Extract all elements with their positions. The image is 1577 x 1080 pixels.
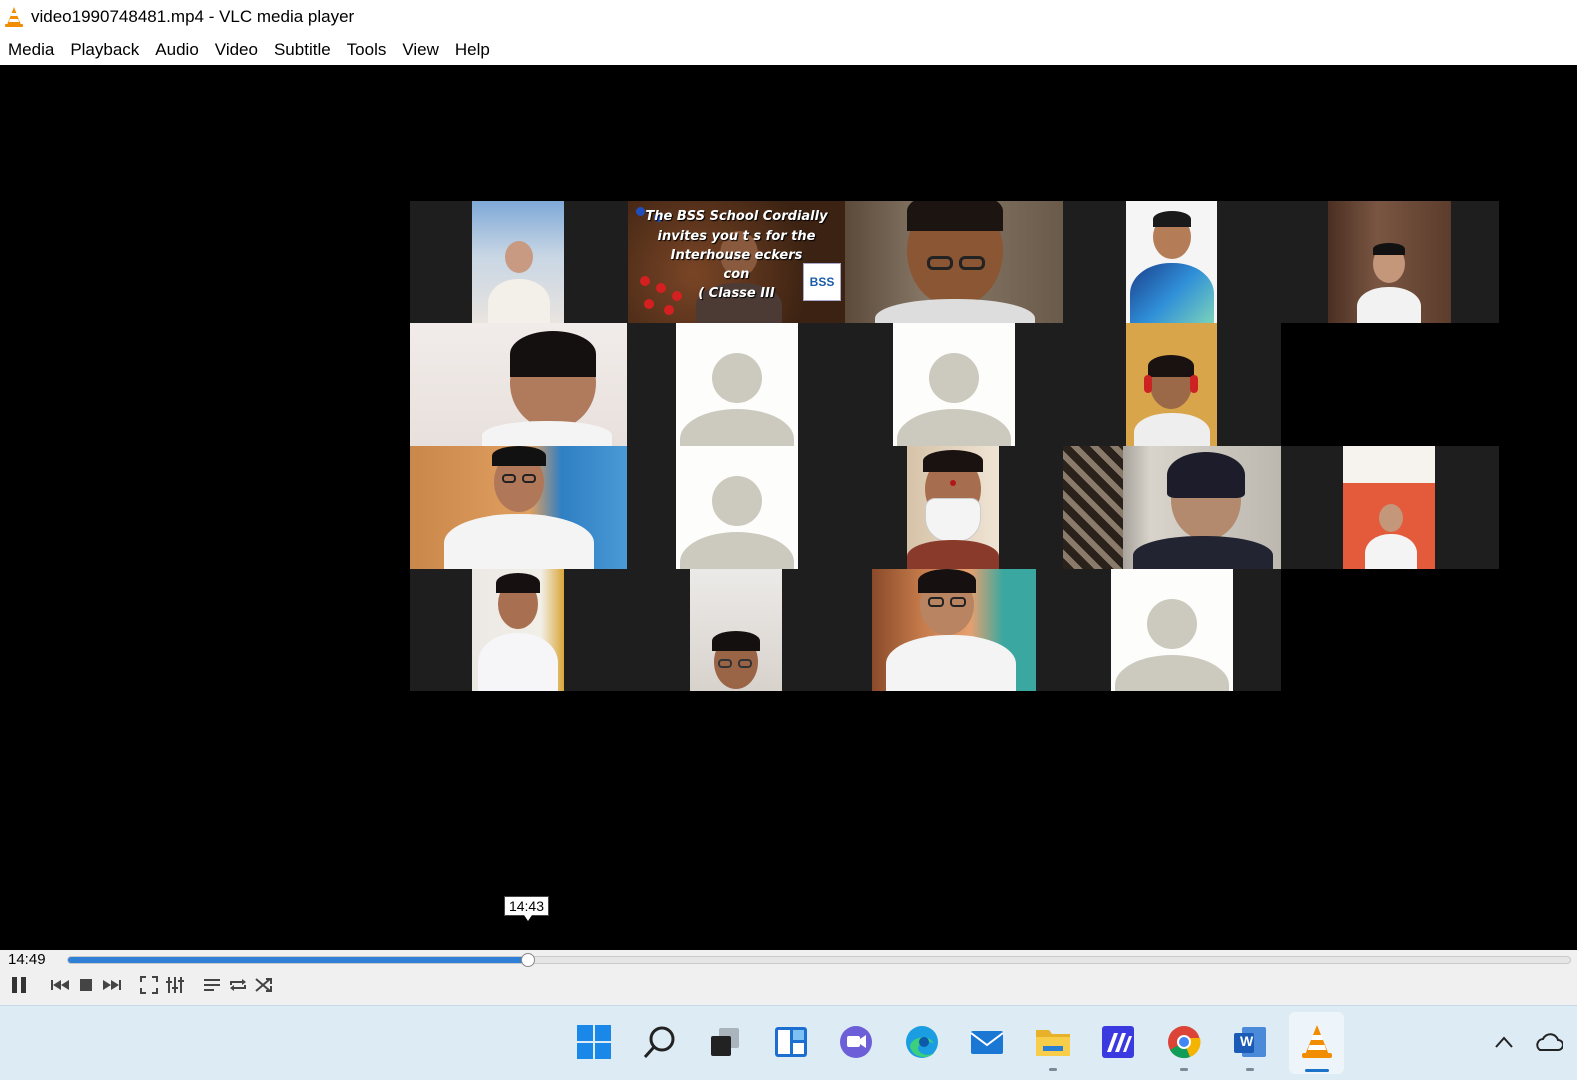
participant-video [1126, 323, 1217, 446]
avatar-placeholder-icon [1147, 599, 1197, 649]
seek-bar-handle[interactable] [520, 953, 535, 967]
pause-button[interactable] [7, 974, 31, 996]
seek-bar-progress [68, 957, 528, 963]
onedrive-button[interactable] [1530, 1022, 1566, 1062]
extended-settings-icon [166, 977, 184, 993]
loop-button[interactable] [226, 974, 250, 996]
window-title: video1990748481.mp4 - VLC media player [31, 7, 355, 26]
playback-controls: 14:49 [0, 950, 1577, 1005]
vlc-taskbar-button[interactable] [1297, 1022, 1337, 1072]
file-explorer-icon [1036, 1030, 1070, 1056]
edge-button[interactable] [902, 1022, 942, 1062]
menu-playback[interactable]: Playback [62, 36, 147, 64]
file-explorer-button[interactable] [1033, 1022, 1073, 1071]
avatar-placeholder-icon [712, 353, 762, 403]
chat-button[interactable] [836, 1022, 876, 1062]
participant-video [872, 569, 1036, 691]
shuffle-icon [255, 978, 272, 992]
edge-icon [906, 1026, 938, 1058]
fullscreen-button[interactable] [137, 974, 161, 996]
show-hidden-icons-button[interactable] [1492, 1022, 1516, 1062]
task-view-button[interactable] [705, 1022, 745, 1062]
vlc-icon [1302, 1025, 1332, 1058]
pause-icon [12, 977, 26, 993]
participant-video [907, 446, 999, 569]
participant-video [472, 569, 564, 691]
seek-time-tooltip: 14:43 [504, 896, 549, 921]
menu-media[interactable]: Media [0, 36, 62, 64]
next-icon [103, 980, 121, 990]
chrome-icon [1168, 1026, 1201, 1059]
cloud-icon [1536, 1033, 1563, 1051]
chat-icon [840, 1026, 872, 1058]
banner-line-1: The BSS School Cordially [645, 209, 828, 224]
start-button[interactable] [574, 1022, 614, 1062]
menu-video[interactable]: Video [207, 36, 266, 64]
participant-video-banner: The BSS School Cordially invites you t s… [628, 201, 845, 323]
menu-bar: Media Playback Audio Video Subtitle Tool… [0, 34, 1577, 65]
participant-video [1328, 201, 1451, 323]
participant-placeholder [1111, 569, 1233, 691]
participant-video [690, 569, 782, 691]
menu-tools[interactable]: Tools [339, 36, 395, 64]
banner-line-2: invites you t s for the [657, 229, 816, 244]
elapsed-time: 14:49 [8, 951, 46, 968]
participant-placeholder [893, 323, 1015, 446]
previous-icon [51, 980, 69, 990]
vlc-cone-icon [5, 7, 23, 27]
loop-icon [230, 979, 246, 991]
search-button[interactable] [640, 1022, 680, 1062]
chevron-up-icon [1495, 1036, 1513, 1048]
menu-audio[interactable]: Audio [147, 36, 206, 64]
playlist-icon [204, 979, 220, 991]
app-button[interactable] [1098, 1022, 1138, 1062]
widgets-icon [775, 1027, 807, 1057]
mail-icon [970, 1031, 1004, 1054]
stop-icon [80, 979, 92, 991]
playlist-button[interactable] [200, 974, 224, 996]
app-icon [1102, 1026, 1134, 1058]
participant-video [472, 201, 564, 323]
menu-view[interactable]: View [394, 36, 447, 64]
menu-subtitle[interactable]: Subtitle [266, 36, 339, 64]
fullscreen-icon [140, 976, 158, 994]
widgets-button[interactable] [771, 1022, 811, 1062]
seek-bar[interactable] [67, 953, 1571, 967]
participant-video [1063, 446, 1281, 569]
stop-button[interactable] [74, 974, 98, 996]
avatar-placeholder-icon [929, 353, 979, 403]
school-logo: BSS [803, 263, 841, 301]
avatar-placeholder-icon [712, 476, 762, 526]
word-button[interactable]: W [1230, 1022, 1270, 1071]
menu-help[interactable]: Help [447, 36, 498, 64]
task-view-icon [711, 1028, 739, 1056]
start-icon [577, 1025, 611, 1059]
face-mask [925, 498, 981, 542]
participant-video [1343, 446, 1435, 569]
participant-placeholder [676, 446, 798, 569]
extended-settings-button[interactable] [163, 974, 187, 996]
participant-video [1126, 201, 1217, 323]
participant-placeholder [676, 323, 798, 446]
shuffle-button[interactable] [252, 974, 276, 996]
title-bar: video1990748481.mp4 - VLC media player [0, 0, 1577, 34]
participant-video [845, 201, 1063, 323]
chrome-button[interactable] [1164, 1022, 1204, 1071]
next-button[interactable] [100, 974, 124, 996]
search-icon [643, 1026, 675, 1059]
banner-line-3: Interhouse eckers [670, 248, 803, 263]
windows-taskbar: W [0, 1005, 1577, 1080]
previous-button[interactable] [48, 974, 72, 996]
mail-button[interactable] [967, 1022, 1007, 1062]
participant-video [410, 446, 627, 569]
video-canvas[interactable]: The BSS School Cordially invites you t s… [0, 65, 1577, 950]
participant-video [410, 323, 627, 446]
